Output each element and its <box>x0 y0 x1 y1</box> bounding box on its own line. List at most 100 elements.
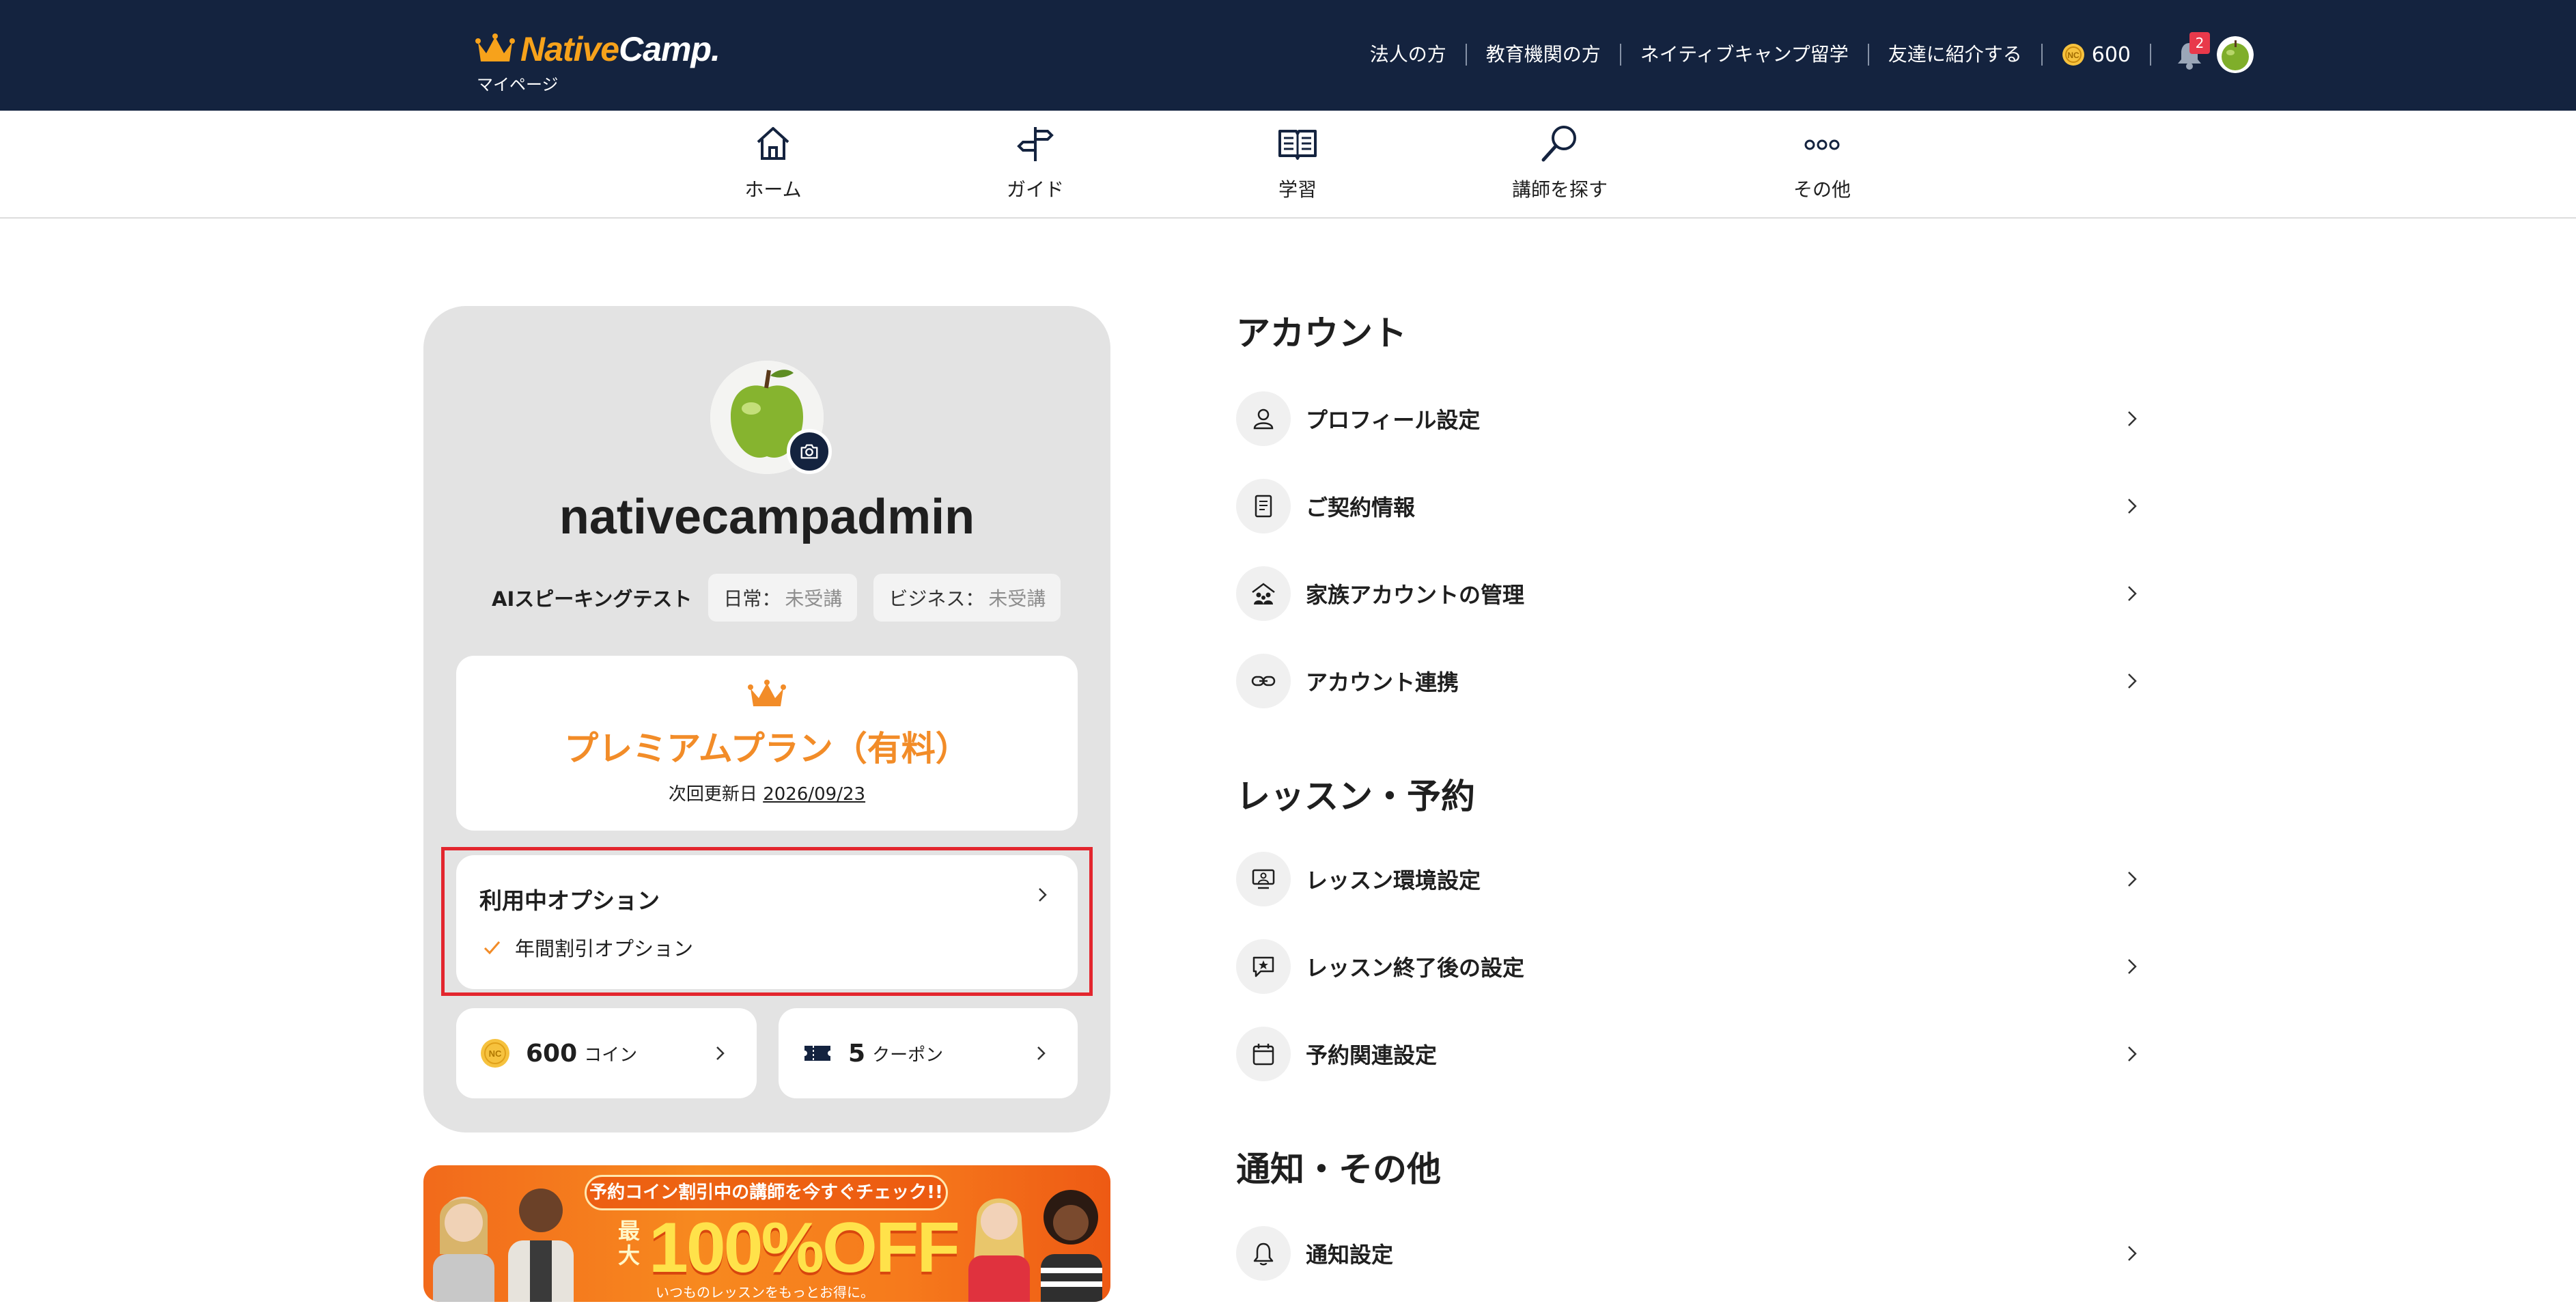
setting-profile-label: プロフィール設定 <box>1306 407 1481 433</box>
setting-account-link-label: アカウント連携 <box>1306 669 1459 695</box>
corporate-link[interactable]: 法人の方 <box>1351 44 1467 66</box>
search-icon <box>1541 126 1576 162</box>
setting-account-link[interactable]: アカウント連携 <box>1236 650 2150 712</box>
renew-label: 次回更新日 <box>668 784 757 805</box>
ai-business-status[interactable]: ビジネス： 未受講 <box>873 574 1061 622</box>
chevron-right-icon <box>2128 872 2137 887</box>
teacher-photo <box>968 1198 1030 1302</box>
chevron-right-icon <box>2128 1246 2137 1261</box>
chevron-right-icon <box>2128 586 2137 601</box>
setting-reservation-label: 予約関連設定 <box>1306 1042 1438 1068</box>
nav-more-label: その他 <box>1793 178 1851 201</box>
monitor-icon-wrap <box>1236 852 1291 906</box>
nav-home-label: ホーム <box>744 178 802 201</box>
coin-balance[interactable]: NC 600 <box>2043 42 2151 67</box>
setting-reservation[interactable]: 予約関連設定 <box>1236 1023 2150 1085</box>
plan-name: プレミアムプラン（有料） <box>564 729 970 768</box>
top-header: NativeCamp. マイページ 法人の方 教育機関の方 ネイティブキャンプ留… <box>0 0 2576 111</box>
main-nav: ホーム ガイド 学習 講師を探す その他 <box>0 111 2576 219</box>
more-icon <box>1804 139 1840 150</box>
crown-icon <box>475 33 515 61</box>
nav-guide[interactable]: ガイド <box>953 122 1117 210</box>
link-icon <box>1251 676 1276 686</box>
nav-home[interactable]: ホーム <box>691 122 855 210</box>
renew-date: 2026/09/23 <box>763 784 866 805</box>
nav-study[interactable]: 学習 <box>1216 122 1380 210</box>
teacher-photo <box>433 1197 494 1302</box>
chevron-right-icon <box>2128 1046 2137 1061</box>
banner-max-label: 最大 <box>617 1218 640 1268</box>
banner-headline: 予約コイン割引中の講師を今すぐチェック!! <box>585 1175 948 1210</box>
home-icon <box>757 127 789 160</box>
setting-lesson-environment[interactable]: レッスン環境設定 <box>1236 848 2150 910</box>
nav-study-label: 学習 <box>1278 178 1317 201</box>
plan-renew-info: 次回更新日 2026/09/23 <box>456 780 1078 805</box>
ai-speaking-test-row: AIスピーキングテスト 日常： 未受講 ビジネス： 未受講 <box>492 574 1077 622</box>
nav-find-teacher-label: 講師を探す <box>1511 178 1608 201</box>
study-abroad-link[interactable]: ネイティブキャンプ留学 <box>1621 44 1869 66</box>
mypage-subtitle: マイページ <box>477 75 559 94</box>
setting-family-account[interactable]: 家族アカウントの管理 <box>1236 563 2150 624</box>
coin-balance-value: 600 <box>2091 42 2131 67</box>
family-icon-wrap <box>1236 566 1291 621</box>
chevron-right-icon <box>2128 499 2137 514</box>
banner-subtext: いつものレッスンをもっとお得に。 <box>656 1284 874 1301</box>
change-photo-button[interactable] <box>787 429 832 474</box>
bell-icon-wrap <box>1236 1226 1291 1281</box>
header-links: 法人の方 教育機関の方 ネイティブキャンプ留学 友達に紹介する NC 600 2 <box>1351 32 2254 75</box>
user-icon-wrap <box>1236 391 1291 446</box>
setting-after-lesson[interactable]: レッスン終了後の設定 <box>1236 936 2150 997</box>
setting-profile[interactable]: プロフィール設定 <box>1236 388 2150 449</box>
calendar-icon-wrap <box>1236 1027 1291 1081</box>
banner-discount: 100%OFF <box>649 1208 960 1288</box>
coin-icon: NC <box>481 1039 509 1068</box>
setting-notifications[interactable]: 通知設定 <box>1236 1223 2150 1284</box>
account-section-title: アカウント <box>1236 314 1407 353</box>
username: nativecampadmin <box>559 490 975 544</box>
monitor-icon <box>1252 869 1275 889</box>
notification-badge: 2 <box>2189 32 2210 54</box>
apple-icon <box>2217 36 2254 73</box>
ticket-icon <box>804 1046 830 1061</box>
nav-more[interactable]: その他 <box>1740 122 1904 210</box>
notify-section-title: 通知・その他 <box>1236 1150 1441 1189</box>
setting-contract[interactable]: ご契約情報 <box>1236 475 2150 537</box>
coupons-card[interactable]: 5 クーポン <box>779 1008 1078 1098</box>
lesson-section-title: レッスン・予約 <box>1236 777 1475 816</box>
nav-find-teacher[interactable]: 講師を探す <box>1478 122 1642 210</box>
family-icon <box>1252 583 1275 605</box>
profile-card: nativecampadmin AIスピーキングテスト 日常： 未受講 ビジネス：… <box>423 306 1110 1133</box>
highlight-box <box>441 847 1093 996</box>
education-link[interactable]: 教育機関の方 <box>1467 44 1621 66</box>
setting-lesson-environment-label: レッスン環境設定 <box>1306 867 1481 893</box>
setting-family-account-label: 家族アカウントの管理 <box>1306 582 1525 608</box>
setting-contract-label: ご契約情報 <box>1306 495 1416 520</box>
user-avatar[interactable] <box>2217 36 2254 73</box>
nav-guide-label: ガイド <box>1006 178 1064 201</box>
brand-name: NativeCamp. <box>520 30 720 68</box>
coupon-count: 5 <box>848 1039 866 1068</box>
camera-icon <box>800 444 818 459</box>
ai-speaking-test-label: AIスピーキングテスト <box>492 587 692 611</box>
promo-banner[interactable]: 予約コイン割引中の講師を今すぐチェック!! 最大 100%OFF いつものレッス… <box>423 1165 1110 1302</box>
book-icon <box>1278 130 1317 160</box>
nativecamp-logo[interactable]: NativeCamp. <box>475 29 720 70</box>
calendar-icon <box>1252 1044 1274 1066</box>
chevron-right-icon <box>2128 411 2137 426</box>
svg-text:NC: NC <box>489 1048 502 1059</box>
ai-daily-status[interactable]: 日常： 未受講 <box>708 574 858 622</box>
crown-icon <box>748 680 786 706</box>
user-icon <box>1253 408 1274 430</box>
coins-card[interactable]: NC 600 コイン <box>456 1008 757 1098</box>
svg-text:NC: NC <box>2067 51 2080 60</box>
teacher-photo <box>1041 1190 1102 1302</box>
setting-after-lesson-label: レッスン終了後の設定 <box>1306 955 1525 981</box>
chat-star-icon <box>1252 956 1274 977</box>
chevron-right-icon <box>716 1046 725 1060</box>
chat-star-icon-wrap <box>1236 939 1291 994</box>
notification-button[interactable]: 2 <box>2174 32 2210 70</box>
refer-friend-link[interactable]: 友達に紹介する <box>1869 44 2043 66</box>
chevron-right-icon <box>2128 959 2137 974</box>
setting-notifications-label: 通知設定 <box>1306 1242 1394 1268</box>
teacher-photo <box>508 1189 574 1302</box>
